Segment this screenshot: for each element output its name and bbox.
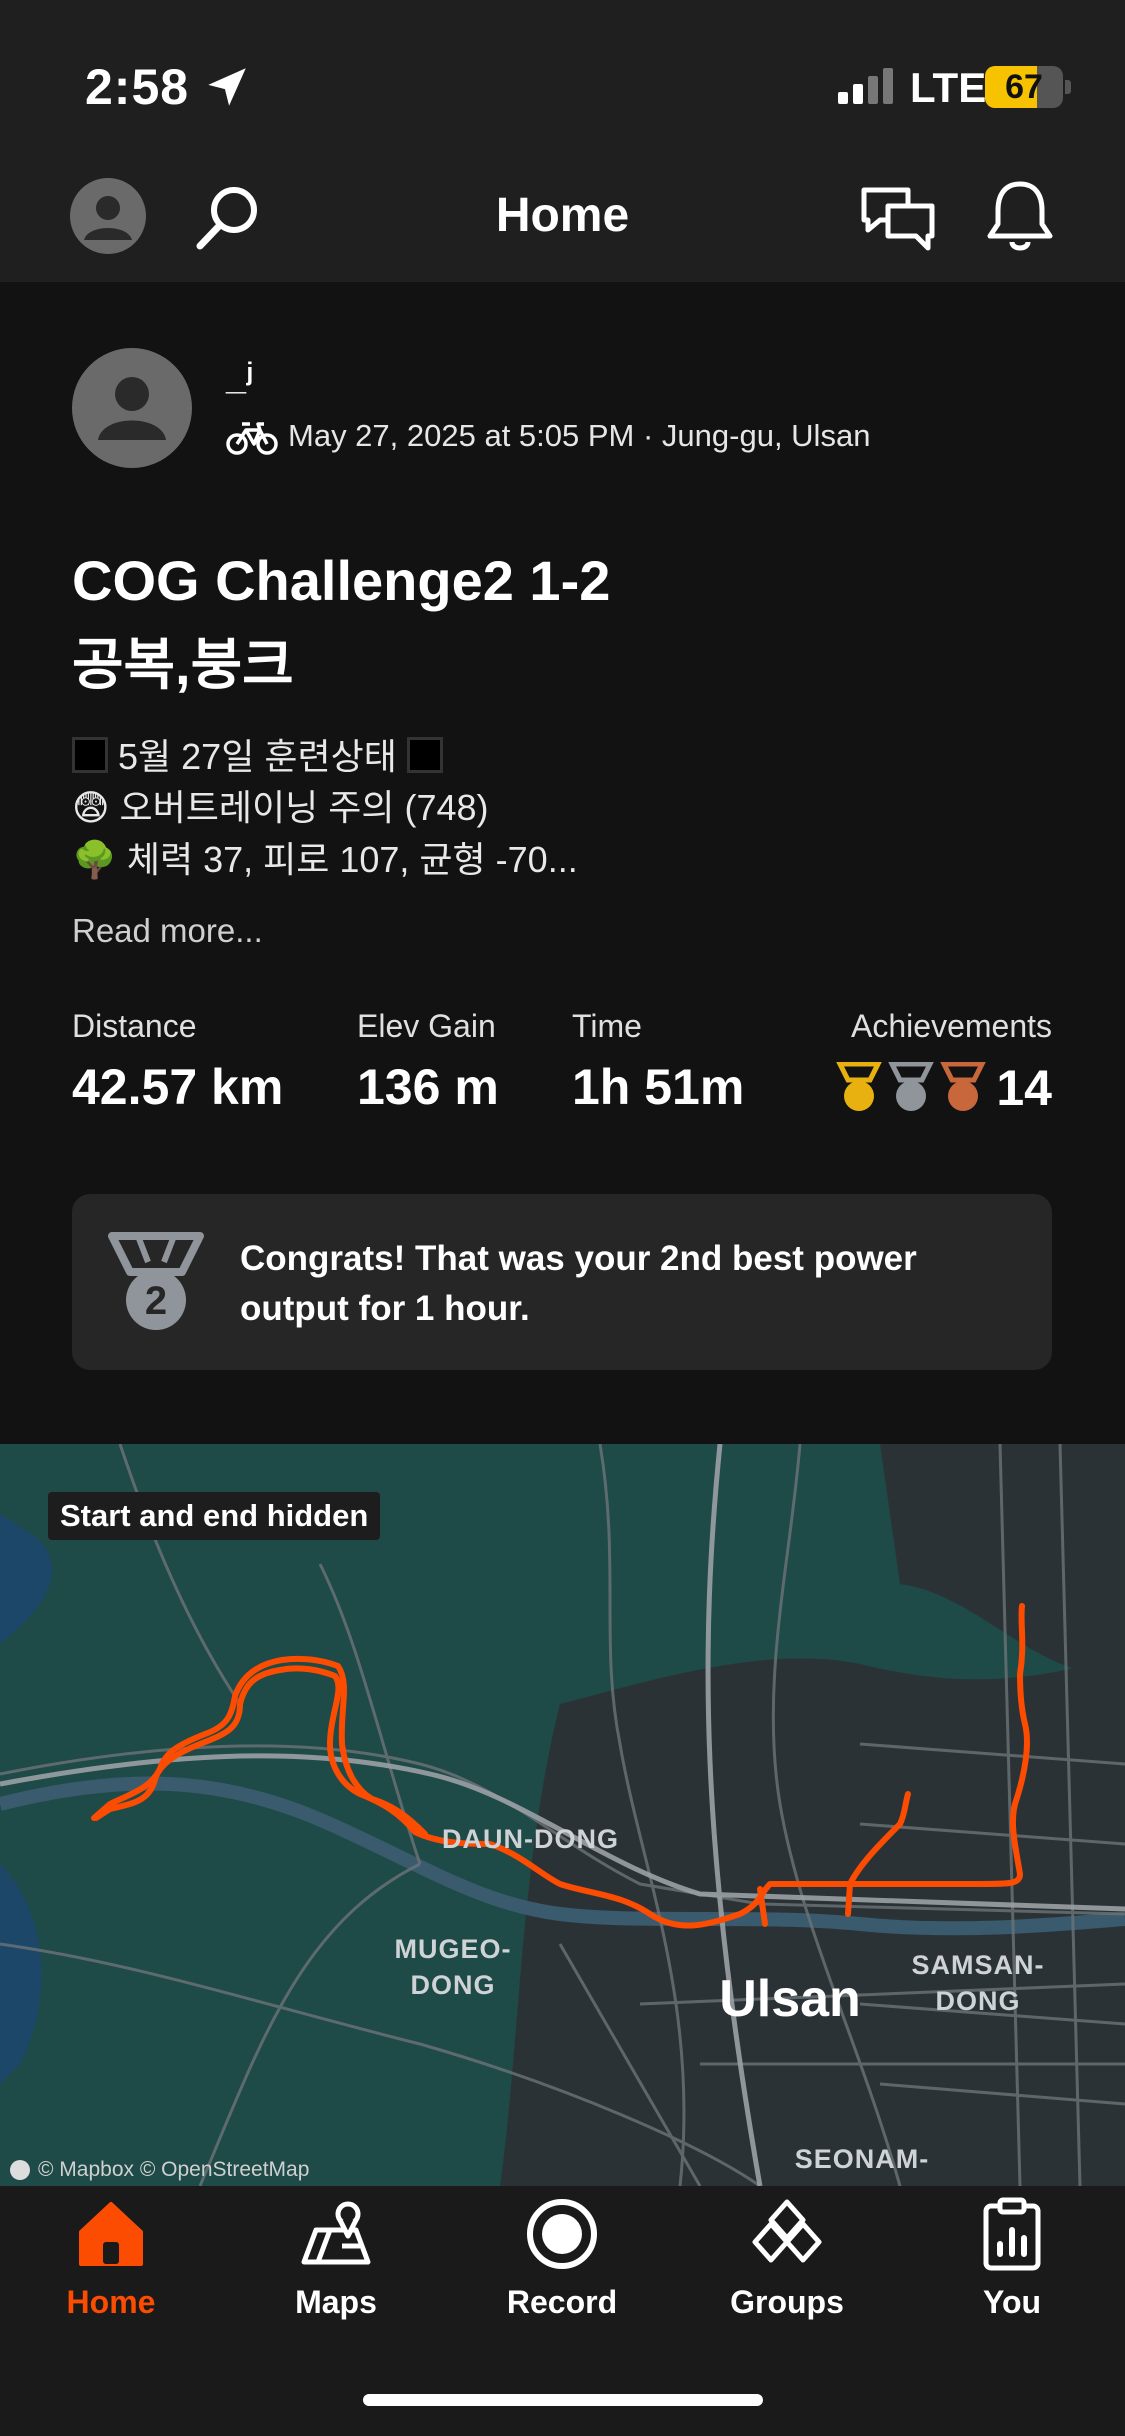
start-end-hidden-badge: Start and end hidden (48, 1492, 381, 1540)
description-line: 5월 27일 훈련상태 (72, 728, 443, 780)
map-label-samsan-dong: DONG (936, 1986, 1021, 2016)
person-icon (98, 377, 166, 440)
home-indicator[interactable] (363, 2394, 763, 2406)
activity-title[interactable]: COG Challenge2 1-2 (72, 548, 610, 613)
map-canvas: DAUN-DONG MUGEO- DONG Ulsan SAMSAN- DONG… (0, 1444, 1125, 2186)
description-text: 5월 27일 훈련상태 (118, 736, 397, 777)
achievements-label: Achievements (851, 1008, 1052, 1044)
map-label-daun: DAUN-DONG (442, 1824, 619, 1854)
you-clipboard-icon (983, 2197, 1041, 2271)
route-map[interactable]: DAUN-DONG MUGEO- DONG Ulsan SAMSAN- DONG… (0, 1444, 1125, 2186)
tab-label: Groups (730, 2284, 844, 2320)
tab-record[interactable]: Record (477, 2196, 647, 2321)
bike-icon (226, 422, 278, 455)
tab-label: Maps (295, 2284, 377, 2320)
medal-rank: 2 (145, 1279, 167, 1323)
cell-signal-icon (838, 68, 898, 104)
location-arrow-icon (208, 68, 246, 106)
tab-groups[interactable]: Groups (702, 2196, 872, 2321)
notifications-bell-icon[interactable] (980, 176, 1060, 256)
congrats-message: Congrats! That was your 2nd best power o… (240, 1239, 917, 1328)
map-credit-text: © Mapbox © OpenStreetMap (38, 2158, 310, 2181)
page-title: Home (495, 189, 630, 242)
map-label-seonam: SEONAM- (795, 2144, 930, 2174)
messages-icon[interactable] (858, 180, 938, 260)
black-square-icon (406, 737, 443, 773)
achievements-row[interactable]: 14 (836, 1058, 1052, 1118)
network-type: LTE (910, 64, 987, 111)
battery-nub (1065, 80, 1071, 94)
tab-label: You (982, 2284, 1042, 2320)
map-attribution[interactable]: © Mapbox © OpenStreetMap (10, 2158, 309, 2182)
activity-meta: May 27, 2025 at 5:05 PM · Jung-gu, Ulsan (288, 418, 871, 453)
map-label-mugeo: MUGEO- (395, 1934, 512, 1964)
mapbox-logo-icon (10, 2160, 30, 2180)
tab-you[interactable]: You (927, 2196, 1097, 2321)
activity-title-line2[interactable]: 공복,붕크 (72, 620, 294, 701)
description-line: 🌳 체력 37, 피로 107, 균형 -70... (72, 839, 578, 880)
gold-medal-icon (836, 1062, 883, 1111)
read-more-link[interactable]: Read more... (72, 912, 263, 950)
record-icon (527, 2199, 597, 2269)
distance-label: Distance (72, 1008, 197, 1044)
groups-icon (752, 2199, 822, 2263)
map-label-mugeo-dong: DONG (411, 1970, 496, 2000)
distance-value: 42.57 km (72, 1059, 284, 1115)
map-label-ulsan: Ulsan (719, 1970, 861, 2028)
map-label-samsan: SAMSAN- (912, 1950, 1045, 1980)
status-time: 2:58 (85, 59, 190, 115)
silver-medal-icon (888, 1062, 935, 1111)
battery-level: 67 (1005, 68, 1043, 106)
tab-maps[interactable]: Maps (251, 2196, 421, 2321)
tab-home[interactable]: Home (26, 2196, 196, 2321)
tab-label: Home (66, 2284, 156, 2320)
maps-icon (301, 2201, 371, 2265)
athlete-name[interactable]: _ʲ (226, 356, 253, 398)
elev-gain-label: Elev Gain (357, 1008, 496, 1044)
battery-icon: 67 (985, 66, 1063, 108)
black-square-icon (72, 737, 108, 773)
elev-gain-value: 136 m (357, 1059, 499, 1115)
athlete-avatar[interactable] (72, 348, 192, 468)
home-icon (79, 2202, 143, 2266)
achievements-count: 14 (996, 1060, 1052, 1116)
time-value: 1h 51m (572, 1059, 745, 1115)
tab-label: Record (506, 2284, 618, 2320)
silver-medal-icon: 2 (108, 1232, 204, 1330)
time-label: Time (572, 1008, 642, 1044)
description-line: 😨 오버트레이닝 주의 (748) (72, 787, 489, 828)
bronze-medal-icon (940, 1062, 987, 1111)
